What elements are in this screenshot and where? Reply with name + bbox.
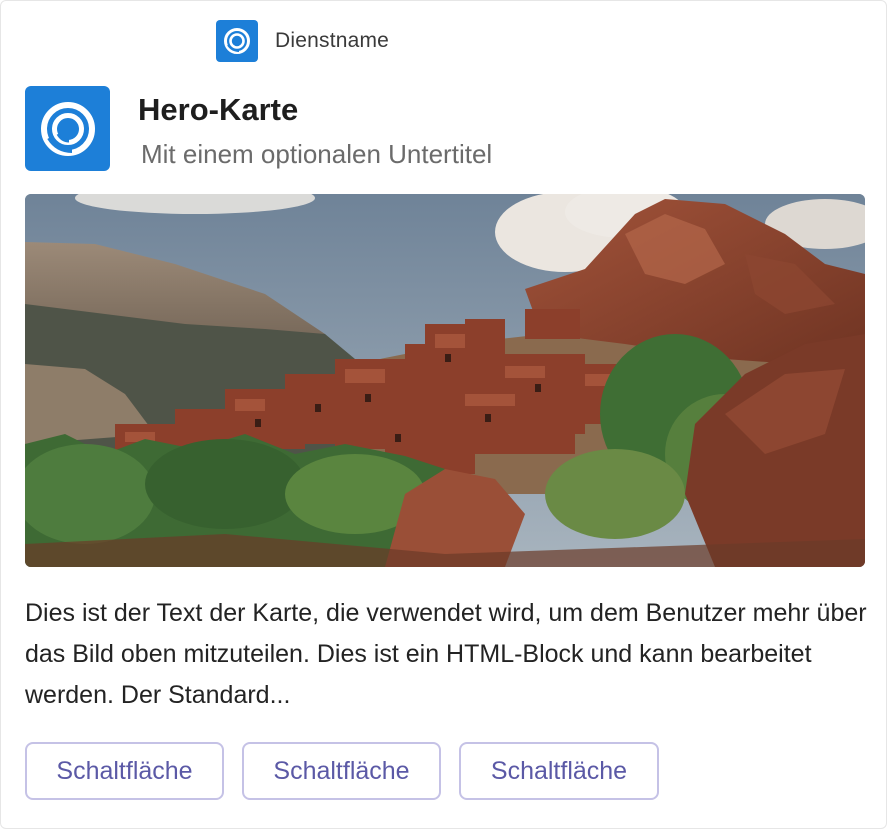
hero-titles: Hero-Karte Mit einem optionalen Untertit… <box>138 86 492 170</box>
ring-logo-icon <box>216 20 258 62</box>
card-subtitle: Mit einem optionalen Untertitel <box>141 139 493 169</box>
service-header: Dienstname <box>216 20 389 62</box>
hero-header: Hero-Karte Mit einem optionalen Untertit… <box>25 86 492 171</box>
hero-card: Dienstname Hero-Karte Mit einem optional… <box>0 0 887 829</box>
hero-image <box>25 194 865 567</box>
card-title: Hero-Karte <box>138 92 299 127</box>
action-button-2[interactable]: Schaltfläche <box>242 742 441 800</box>
card-actions: Schaltfläche Schaltfläche Schaltfläche <box>25 742 659 800</box>
ring-logo-icon <box>25 86 110 171</box>
service-name: Dienstname <box>275 29 390 52</box>
action-button-3[interactable]: Schaltfläche <box>459 742 659 800</box>
card-body-text: Dies ist der Text der Karte, die verwend… <box>25 599 867 709</box>
action-button-1[interactable]: Schaltfläche <box>25 742 224 800</box>
